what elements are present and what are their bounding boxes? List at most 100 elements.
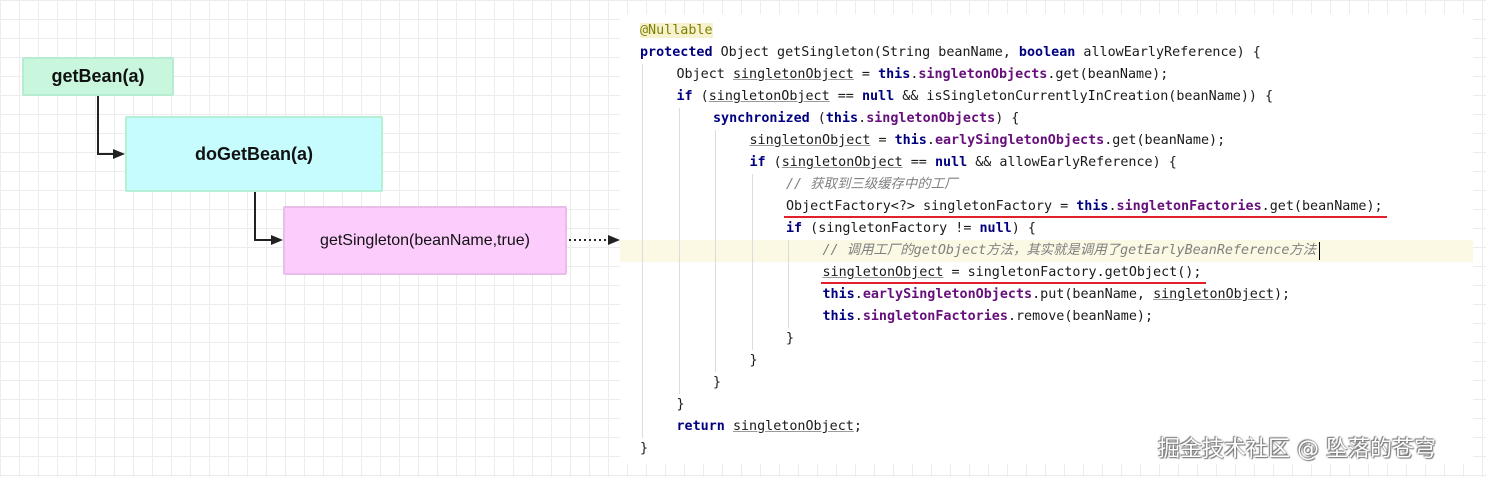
code-token: && isSingletonCurrentlyInCreation(beanNa… [894, 89, 1274, 104]
indent-guide [788, 240, 789, 262]
indent-guide [751, 218, 753, 240]
code-text: @Nullable [640, 20, 713, 42]
code-text: // 调用工厂的getObject方法，其实就是调用了getEarlyBeanR… [823, 240, 1317, 262]
code-text: this.singletonFactories.remove(beanName)… [823, 306, 1154, 328]
code-line: if (singletonObject == null && allowEarl… [620, 152, 1473, 174]
code-token: ( [765, 155, 782, 170]
code-panel: @Nullable protected Object getSingleton(S… [620, 14, 1473, 464]
code-token: . [858, 111, 867, 126]
indent-guide [642, 284, 643, 306]
indent-guide [642, 86, 643, 108]
code-text: singletonObject = this.earlySingletonObj… [750, 130, 1226, 152]
code-token: this [894, 133, 927, 148]
code-token: singletonFactories [862, 309, 1008, 324]
code-text: synchronized (this.singletonObjects) { [713, 108, 1019, 130]
code-token: if [749, 155, 766, 170]
code-token: == [902, 155, 935, 170]
code-token: if [676, 89, 693, 104]
code-token: singletonObject [732, 419, 854, 434]
code-token: ; [853, 419, 862, 434]
code-token: ( [692, 89, 709, 104]
indent-guide [678, 108, 680, 130]
red-underline [820, 282, 1206, 284]
code-line: if (singletonObject == null && isSinglet… [620, 86, 1473, 108]
code-line: synchronized (this.singletonObjects) { [620, 108, 1473, 130]
code-token: } [749, 353, 758, 368]
code-text: if (singletonObject == null && isSinglet… [677, 86, 1274, 108]
indent-guide [642, 196, 643, 218]
code-token: = [870, 133, 895, 148]
code-token: (singletonFactory != [802, 221, 980, 236]
code-line: singletonObject = singletonFactory.getOb… [620, 262, 1473, 284]
code-token: @Nullable [640, 23, 713, 38]
code-token: singletonObjects [918, 67, 1048, 82]
indent-guide [642, 240, 643, 262]
code-line: // 获取到三级缓存中的工厂 [620, 174, 1473, 196]
code-token: singletonObject [822, 265, 944, 280]
indent-guide [678, 130, 680, 152]
indent-guide [678, 196, 680, 218]
code-token: // 调用工厂的getObject方法，其实就是调用了getEarlyBeanR… [822, 243, 1317, 258]
code-line: singletonObject = this.earlySingletonObj… [620, 130, 1473, 152]
code-text: singletonObject = singletonFactory.getOb… [823, 262, 1202, 284]
red-underline [784, 216, 1387, 218]
indent-guide [642, 218, 643, 240]
indent-guide [715, 284, 716, 306]
indent-guide [642, 328, 643, 350]
code-token: && allowEarlyReference) { [967, 155, 1177, 170]
code-token: singletonObject [781, 155, 903, 170]
dogetbean-node: doGetBean(a) [125, 116, 383, 192]
indent-guide [715, 174, 716, 196]
code-line: } [620, 328, 1473, 350]
code-token: allowEarlyReference) { [1075, 45, 1261, 60]
indent-guide [642, 394, 643, 416]
code-token: } [640, 441, 649, 456]
indent-guide [715, 218, 716, 240]
code-token: singletonObject [749, 133, 871, 148]
code-token: if [786, 221, 803, 236]
indent-guide [788, 284, 789, 306]
code-token: null [934, 155, 968, 170]
code-text: return singletonObject; [677, 416, 862, 438]
code-token: } [713, 375, 722, 390]
indent-guide [788, 262, 789, 284]
code-token: .remove(beanName); [1007, 309, 1154, 324]
code-token: ObjectFactory<?> singletonFactory = [786, 199, 1077, 214]
code-token: . [926, 133, 935, 148]
indent-guide [715, 240, 716, 262]
code-token: boolean [1018, 45, 1076, 60]
code-line: // 调用工厂的getObject方法，其实就是调用了getEarlyBeanR… [620, 240, 1473, 262]
code-token: singletonFactories [1116, 199, 1262, 214]
connector-dogetbean-to-getsingleton [254, 192, 272, 241]
indent-guide [642, 174, 643, 196]
indent-guide [751, 196, 753, 218]
getbean-label: getBean(a) [51, 66, 145, 86]
indent-guide [678, 240, 680, 262]
code-token: this [825, 111, 859, 126]
indent-guide [678, 350, 680, 372]
indent-guide [751, 262, 753, 284]
indent-guide [678, 218, 680, 240]
code-text: if (singletonObject == null && allowEarl… [750, 152, 1177, 174]
code-text: Object singletonObject = this.singletonO… [677, 64, 1169, 86]
indent-guide [715, 328, 716, 350]
indent-guide [751, 306, 753, 328]
indent-guide [751, 328, 753, 350]
indent-guide [715, 130, 716, 152]
indent-guide [642, 416, 643, 438]
code-token: .get(beanName); [1261, 199, 1383, 214]
code-line: Object singletonObject = this.singletonO… [620, 64, 1473, 86]
code-line: } [620, 394, 1473, 416]
code-token: = singletonFactory.getObject(); [943, 265, 1202, 280]
indent-guide [642, 262, 643, 284]
code-token: null [979, 221, 1012, 236]
code-token: ); [1274, 287, 1291, 302]
indent-guide [678, 328, 680, 350]
code-token: ( [809, 111, 826, 126]
code-token: earlySingletonObjects [934, 133, 1105, 148]
indent-guide [678, 306, 680, 328]
code-token: singletonObjects [866, 111, 996, 126]
indent-guide [678, 174, 680, 196]
code-line: this.earlySingletonObjects.put(beanName,… [620, 284, 1473, 306]
